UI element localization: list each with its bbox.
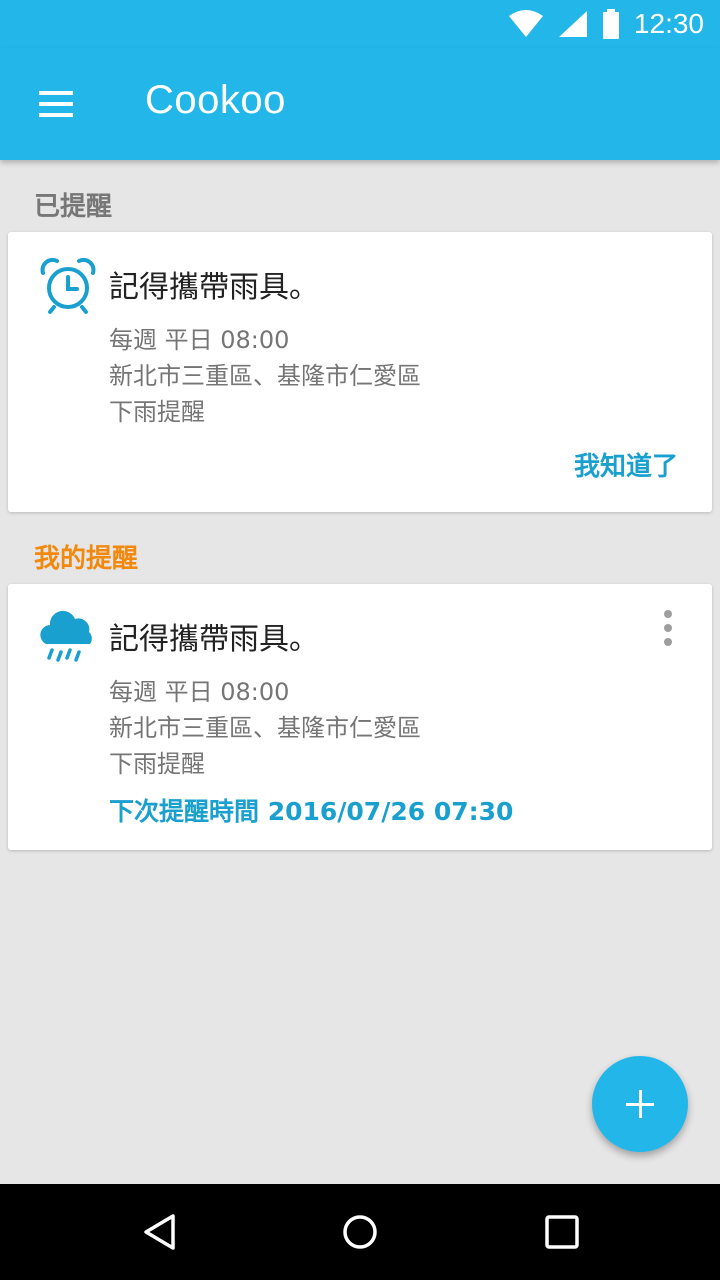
status-bar: 12:30	[0, 0, 720, 48]
reminder-condition: 下雨提醒	[109, 750, 205, 778]
reminder-title: 記得攜帶雨具。	[109, 270, 319, 305]
more-dot	[664, 624, 672, 632]
app-title: Cookoo	[145, 78, 286, 122]
section-header-reminded: 已提醒	[34, 192, 113, 222]
rain-cloud-icon	[40, 610, 92, 662]
status-time: 12:30	[633, 8, 704, 39]
reminder-schedule: 每週 平日 08:00	[109, 678, 290, 706]
back-icon	[144, 1214, 175, 1250]
reminder-locations: 新北市三重區、基隆市仁愛區	[109, 714, 421, 742]
battery-icon	[602, 9, 619, 39]
recents-button[interactable]	[538, 1208, 586, 1256]
menu-button[interactable]	[24, 80, 88, 128]
more-dot	[664, 638, 672, 646]
reminder-condition: 下雨提醒	[109, 398, 205, 426]
back-button[interactable]	[136, 1208, 184, 1256]
recents-icon	[545, 1215, 579, 1249]
next-reminder-time: 下次提醒時間 2016/07/26 07:30	[109, 797, 514, 826]
more-dot	[664, 610, 672, 618]
home-button[interactable]	[336, 1208, 384, 1256]
reminder-title: 記得攜帶雨具。	[109, 622, 319, 657]
signal-icon	[558, 11, 587, 37]
menu-icon	[39, 91, 73, 117]
acknowledge-button[interactable]: 我知道了	[574, 446, 678, 483]
section-header-my-reminders: 我的提醒	[34, 544, 139, 574]
navigation-bar	[0, 1184, 720, 1280]
reminder-locations: 新北市三重區、基隆市仁愛區	[109, 362, 421, 390]
alarm-clock-icon	[40, 257, 96, 314]
more-options-button[interactable]	[654, 608, 682, 648]
wifi-icon	[508, 10, 543, 37]
my-reminder-card[interactable]: 記得攜帶雨具。 每週 平日 08:00 新北市三重區、基隆市仁愛區 下雨提醒 下…	[8, 584, 712, 850]
plus-icon	[626, 1090, 654, 1118]
reminder-schedule: 每週 平日 08:00	[109, 326, 290, 354]
add-reminder-button[interactable]	[592, 1056, 688, 1152]
home-icon	[343, 1215, 377, 1249]
app-bar: Cookoo	[0, 48, 720, 160]
reminded-card[interactable]: 記得攜帶雨具。 每週 平日 08:00 新北市三重區、基隆市仁愛區 下雨提醒 我…	[8, 232, 712, 512]
